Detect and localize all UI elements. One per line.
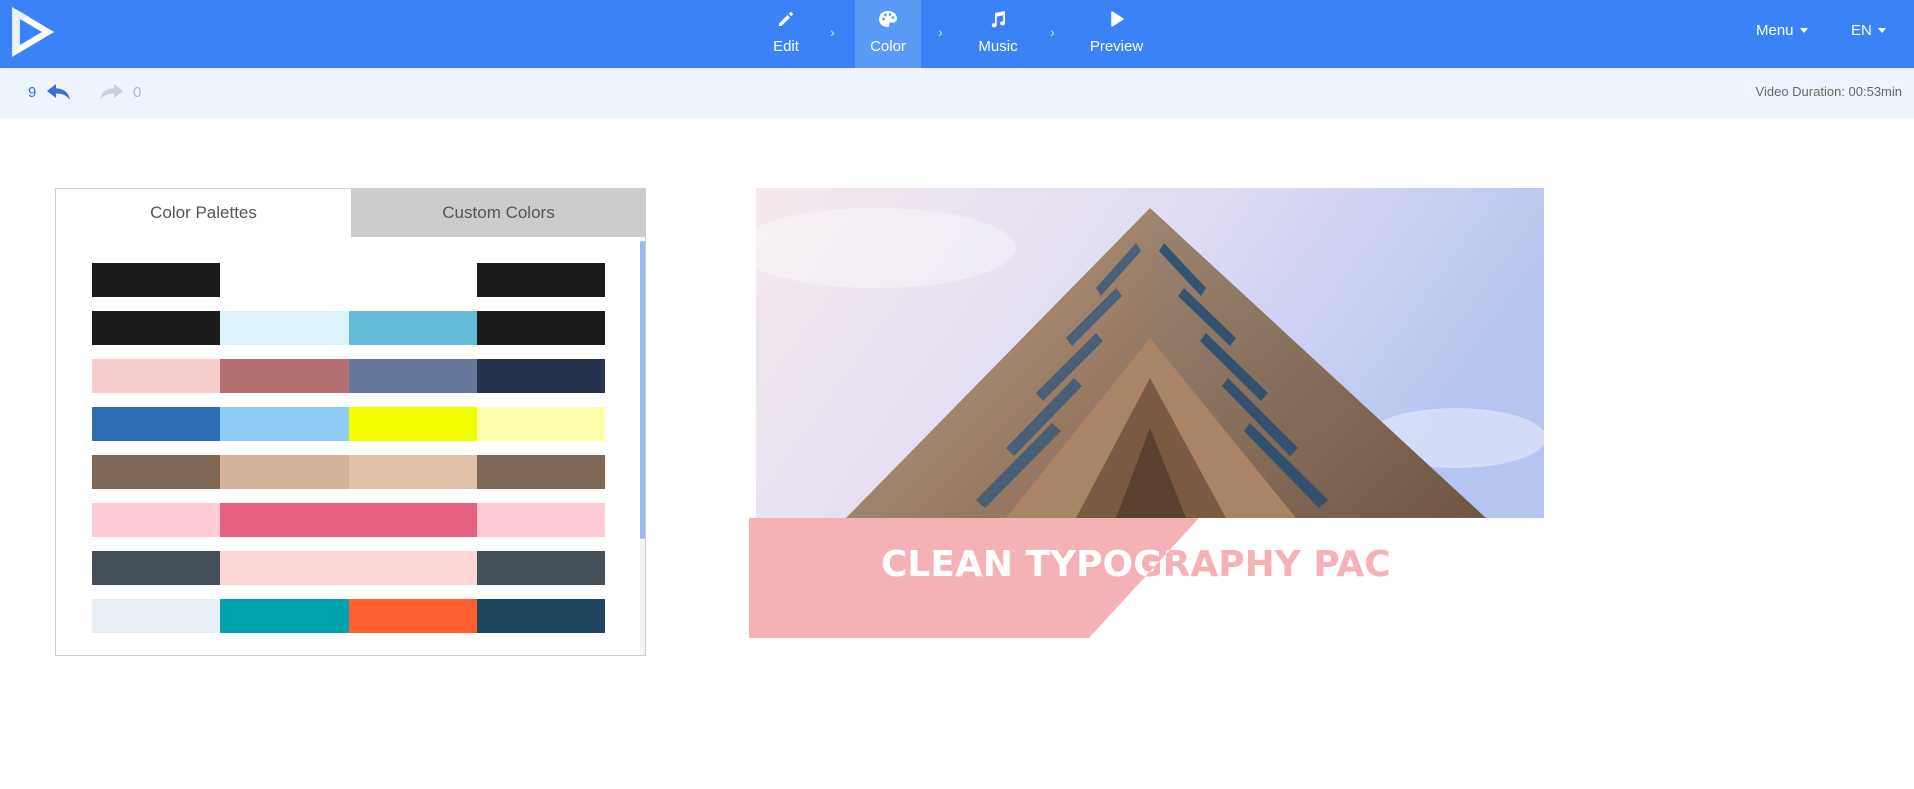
step-preview[interactable]: Preview: [1085, 0, 1148, 68]
tab-custom-colors[interactable]: Custom Colors: [351, 189, 646, 237]
palette-row[interactable]: [92, 359, 605, 393]
palette-row[interactable]: [92, 311, 605, 345]
caret-down-icon: [1877, 28, 1886, 33]
color-swatch: [92, 599, 221, 633]
color-swatch: [220, 359, 349, 393]
caret-down-icon: [1799, 28, 1808, 33]
menu-dropdown[interactable]: Menu: [1756, 22, 1808, 39]
color-swatch: [348, 599, 477, 633]
color-swatch: [220, 263, 349, 297]
step-edit[interactable]: Edit: [762, 0, 810, 68]
palette-row[interactable]: [92, 455, 605, 489]
palette-row[interactable]: [92, 599, 605, 633]
chevron-right-icon: ›: [938, 24, 943, 40]
color-swatch: [92, 407, 221, 441]
color-swatch: [348, 551, 477, 585]
language-label: EN: [1851, 22, 1872, 39]
palette-row[interactable]: [92, 407, 605, 441]
pencil-icon: [777, 9, 795, 29]
color-swatch: [92, 503, 221, 537]
color-swatch: [220, 455, 349, 489]
undo-icon: [47, 84, 70, 100]
tab-color-palettes[interactable]: Color Palettes: [56, 189, 351, 237]
step-color[interactable]: Color: [855, 0, 921, 68]
undo-button[interactable]: [45, 81, 73, 108]
color-swatch: [476, 599, 605, 633]
color-swatch: [348, 359, 477, 393]
redo-icon: [100, 84, 123, 100]
palette-row[interactable]: [92, 263, 605, 297]
title-overlay[interactable]: CLEAN TYPOGRAPHY PACK CLEAN TYPOGRAPHY P…: [749, 518, 1420, 638]
chevron-right-icon: ›: [1050, 24, 1055, 40]
color-swatch: [220, 407, 349, 441]
color-swatch: [476, 263, 605, 297]
redo-button[interactable]: [97, 81, 125, 108]
video-preview-image: [756, 188, 1544, 518]
history-toolbar: [0, 68, 1914, 118]
language-dropdown[interactable]: EN: [1851, 22, 1886, 39]
palette-row[interactable]: [92, 551, 605, 585]
color-swatch: [92, 311, 221, 345]
color-swatch: [476, 551, 605, 585]
undo-count: 9: [28, 84, 37, 101]
top-navigation-bar: Edit › Color › Music › Preview Menu EN: [0, 0, 1914, 68]
color-swatch: [348, 455, 477, 489]
color-swatch: [92, 359, 221, 393]
color-swatch: [476, 407, 605, 441]
color-swatch: [220, 503, 349, 537]
color-swatch: [348, 263, 477, 297]
color-palette-panel: Color Palettes Custom Colors: [55, 188, 646, 656]
step-music[interactable]: Music: [973, 0, 1023, 68]
step-color-label: Color: [870, 38, 906, 55]
color-swatch: [476, 359, 605, 393]
color-swatch: [348, 503, 477, 537]
step-preview-label: Preview: [1089, 38, 1144, 55]
step-music-label: Music: [978, 38, 1018, 55]
palette-scrollbar-thumb[interactable]: [640, 241, 645, 539]
color-swatch: [92, 455, 221, 489]
video-duration: Video Duration: 00:53min: [1755, 84, 1902, 99]
music-note-icon: [989, 9, 1007, 29]
color-swatch: [476, 455, 605, 489]
color-swatch: [92, 263, 221, 297]
chevron-right-icon: ›: [830, 24, 835, 40]
color-swatch: [348, 311, 477, 345]
palette-row[interactable]: [92, 503, 605, 537]
menu-label: Menu: [1756, 22, 1794, 39]
color-swatch: [92, 551, 221, 585]
play-icon: [1108, 9, 1126, 29]
palette-icon: [878, 9, 898, 29]
step-edit-label: Edit: [773, 38, 799, 55]
color-swatch: [220, 599, 349, 633]
color-swatch: [220, 311, 349, 345]
color-swatch: [476, 503, 605, 537]
redo-count: 0: [133, 84, 142, 101]
color-swatch: [476, 311, 605, 345]
color-swatch: [348, 407, 477, 441]
color-swatch: [220, 551, 349, 585]
